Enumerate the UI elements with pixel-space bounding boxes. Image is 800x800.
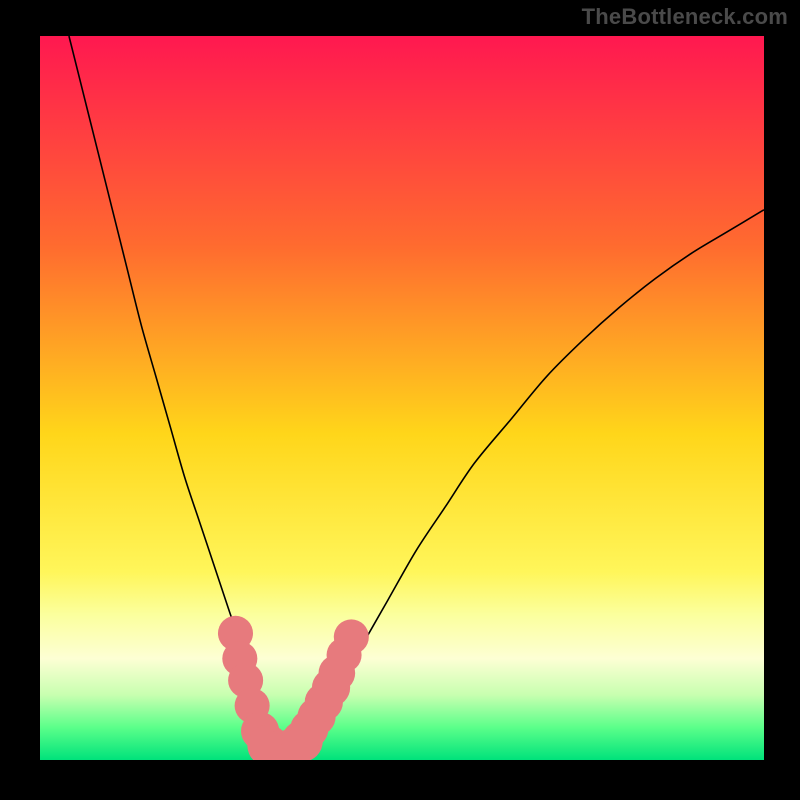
chart-svg (40, 36, 764, 760)
frame: TheBottleneck.com (0, 0, 800, 800)
gradient-background (40, 36, 764, 760)
watermark-text: TheBottleneck.com (582, 4, 788, 30)
curve-marker (334, 619, 369, 654)
plot-area (40, 36, 764, 760)
